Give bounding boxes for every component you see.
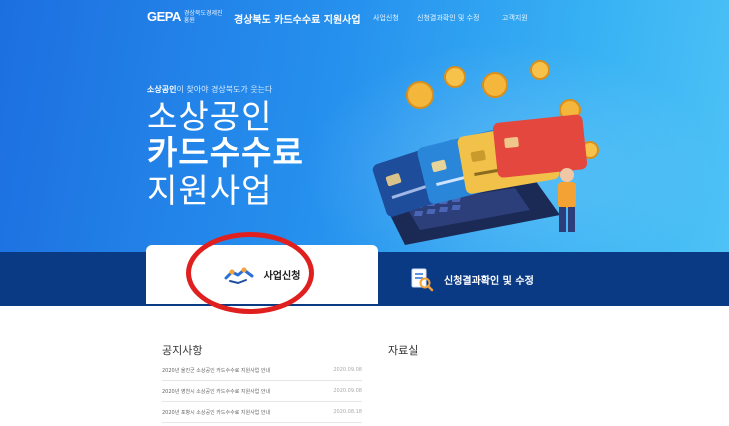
hero-tagline-bold: 소상공인 <box>147 85 177 94</box>
notice-row-title: 2020년 영천시 소상공인 카드수수료 지원사업 안내 <box>162 388 271 395</box>
notice-row[interactable]: 2020년 포항시 소상공인 카드수수료 지원사업 안내 2020.08.18 <box>162 402 362 423</box>
nav-item-apply[interactable]: 사업신청 <box>373 13 399 23</box>
notice-row-date: 2020.08.18 <box>333 409 362 415</box>
notice-row[interactable]: 2020년 울진군 소상공인 카드수수료 지원사업 안내 2020.09.08 <box>162 360 362 381</box>
logo-org-name: 경상북도경제진흥원 <box>183 9 223 24</box>
notice-section-title: 공지사항 <box>162 344 203 357</box>
handshake-icon <box>224 267 254 284</box>
notice-row-date: 2020.09.08 <box>333 388 362 394</box>
notice-list: 2020년 울진군 소상공인 카드수수료 지원사업 안내 2020.09.08 … <box>162 360 362 423</box>
nav-item-support[interactable]: 고객지원 <box>502 13 528 23</box>
tab-result-label: 신청결과확인 및 수정 <box>444 275 534 287</box>
hero-tagline-rest: 이 찾아야 경상북도가 웃는다 <box>176 85 273 94</box>
card-payment-illustration <box>372 60 599 245</box>
site-title[interactable]: 경상북도 카드수수료 지원사업 <box>234 11 361 26</box>
archive-section-title[interactable]: 자료실 <box>388 342 418 358</box>
nav-item-result[interactable]: 신청결과확인 및 수정 <box>417 13 479 23</box>
logo-mark: GEPA <box>147 9 181 24</box>
tab-result-check[interactable]: 신청결과확인 및 수정 <box>400 252 608 306</box>
tab-apply[interactable]: 사업신청 <box>146 245 378 304</box>
document-search-icon <box>411 268 434 292</box>
tab-apply-label: 사업신청 <box>263 271 301 282</box>
top-navigation: GEPA 경상북도경제진흥원 경상북도 카드수수료 지원사업 사업신청 신청결과… <box>0 0 729 34</box>
notice-row-title: 2020년 울진군 소상공인 카드수수료 지원사업 안내 <box>162 367 271 374</box>
hero-title-line-3: 지원사업 <box>147 171 273 210</box>
logo[interactable]: GEPA 경상북도경제진흥원 <box>147 9 224 24</box>
notice-row-date: 2020.09.08 <box>333 367 362 373</box>
hero-tagline: 소상공인이 찾아야 경상북도가 웃는다 <box>147 84 272 95</box>
hero-title-line-1: 소상공인 <box>147 97 273 136</box>
hero-title-line-2: 카드수수료 <box>147 133 304 172</box>
notice-row[interactable]: 2020년 영천시 소상공인 카드수수료 지원사업 안내 2020.09.08 <box>162 381 362 402</box>
notice-row-title: 2020년 포항시 소상공인 카드수수료 지원사업 안내 <box>162 409 271 416</box>
